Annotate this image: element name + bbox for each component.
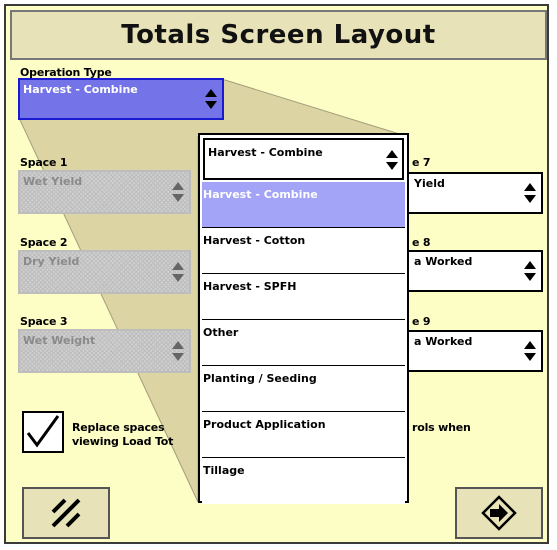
space-2-value: Dry Yield bbox=[23, 255, 80, 268]
checkbox-label-line1-end: rols when bbox=[412, 421, 471, 434]
list-option-label: Planting / Seeding bbox=[203, 372, 317, 385]
dropdown-arrows-icon bbox=[172, 182, 184, 202]
space-9-label: e 9 bbox=[412, 315, 431, 328]
operation-type-dropdown[interactable]: Harvest - Combine bbox=[18, 78, 224, 120]
list-header-value: Harvest - Combine bbox=[208, 146, 323, 159]
list-option-label: Other bbox=[203, 326, 239, 339]
operation-type-list[interactable]: Harvest - Combine Harvest - Combine Harv… bbox=[198, 133, 409, 504]
dropdown-arrows-icon bbox=[386, 150, 398, 170]
list-option-label: Harvest - Combine bbox=[203, 188, 318, 201]
list-option-planting-seeding[interactable]: Planting / Seeding bbox=[202, 366, 405, 412]
enter-icon bbox=[481, 495, 517, 531]
list-option-label: Harvest - SPFH bbox=[203, 280, 297, 293]
dropdown-arrows-icon bbox=[172, 262, 184, 282]
checkbox-label-line1: Replace spaces bbox=[72, 421, 165, 434]
space-8-dropdown[interactable]: a Worked bbox=[395, 250, 543, 292]
space-1-value: Wet Yield bbox=[23, 175, 83, 188]
space-2-dropdown: Dry Yield bbox=[18, 250, 191, 294]
page-title: Totals Screen Layout bbox=[121, 20, 436, 50]
space-3-value: Wet Weight bbox=[23, 334, 96, 347]
dropdown-arrows-icon bbox=[524, 183, 536, 203]
reset-button[interactable] bbox=[22, 487, 110, 539]
space-7-value: Yield bbox=[414, 177, 445, 190]
dropdown-arrows-icon bbox=[524, 341, 536, 361]
space-9-dropdown[interactable]: a Worked bbox=[395, 330, 543, 372]
space-7-label: e 7 bbox=[412, 156, 431, 169]
title-bar: Totals Screen Layout bbox=[10, 10, 547, 60]
reset-icon bbox=[51, 498, 81, 528]
list-option-harvest-spfh[interactable]: Harvest - SPFH bbox=[202, 274, 405, 320]
list-option-product-application[interactable]: Product Application bbox=[202, 412, 405, 458]
list-option-tillage[interactable]: Tillage bbox=[202, 458, 405, 504]
list-option-label: Product Application bbox=[203, 418, 326, 431]
space-8-label: e 8 bbox=[412, 236, 431, 249]
space-7-dropdown[interactable]: Yield bbox=[395, 172, 543, 214]
dropdown-arrows-icon bbox=[524, 261, 536, 281]
list-option-other[interactable]: Other bbox=[202, 320, 405, 366]
checkbox-label-line2: viewing Load Tot bbox=[72, 435, 174, 448]
list-option-label: Harvest - Cotton bbox=[203, 234, 306, 247]
list-header-dropdown[interactable]: Harvest - Combine bbox=[203, 138, 404, 180]
operation-type-value: Harvest - Combine bbox=[23, 83, 138, 96]
dropdown-arrows-icon bbox=[172, 341, 184, 361]
space-1-dropdown: Wet Yield bbox=[18, 170, 191, 214]
replace-spaces-checkbox[interactable] bbox=[22, 411, 64, 453]
dropdown-arrows-icon bbox=[205, 89, 217, 109]
space-3-label: Space 3 bbox=[20, 315, 68, 328]
space-1-label: Space 1 bbox=[20, 156, 68, 169]
checkmark-icon bbox=[26, 415, 60, 448]
space-2-label: Space 2 bbox=[20, 236, 68, 249]
list-option-label: Tillage bbox=[203, 464, 245, 477]
space-9-value: a Worked bbox=[414, 335, 473, 348]
list-option-harvest-cotton[interactable]: Harvest - Cotton bbox=[202, 228, 405, 274]
list-option-harvest-combine[interactable]: Harvest - Combine bbox=[202, 182, 405, 228]
space-8-value: a Worked bbox=[414, 255, 473, 268]
enter-button[interactable] bbox=[455, 487, 543, 539]
space-3-dropdown: Wet Weight bbox=[18, 329, 191, 373]
